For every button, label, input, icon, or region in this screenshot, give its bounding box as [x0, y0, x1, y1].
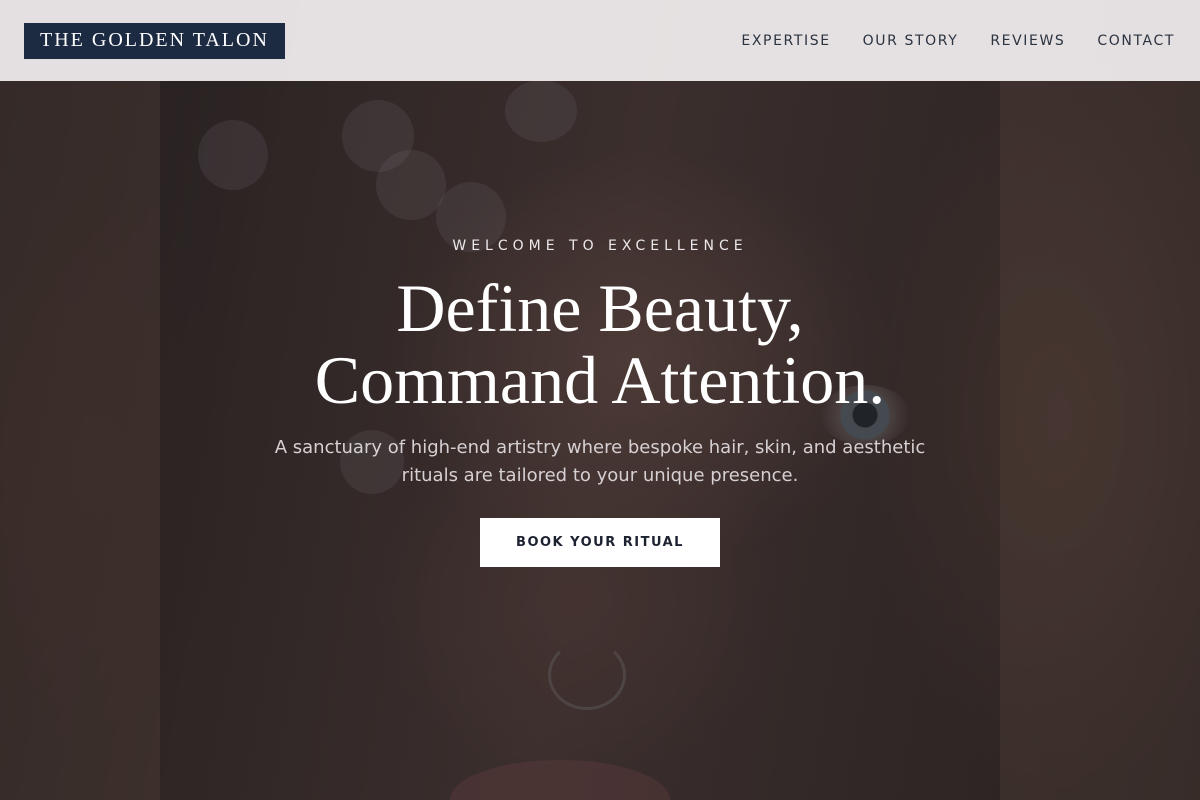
hero-eyebrow: WELCOME TO EXCELLENCE	[452, 238, 748, 254]
hero-section: WELCOME TO EXCELLENCE Define Beauty, Com…	[0, 238, 1200, 567]
hero-headline: Define Beauty, Command Attention.	[0, 272, 1200, 416]
hero-subtext: A sanctuary of high-end artistry where b…	[274, 437, 926, 486]
nav-link-reviews[interactable]: REVIEWS	[990, 33, 1065, 49]
nav-link-expertise[interactable]: EXPERTISE	[741, 33, 830, 49]
brand-logo[interactable]: THE GOLDEN TALON	[24, 22, 285, 59]
book-ritual-button[interactable]: BOOK YOUR RITUAL	[480, 518, 720, 567]
top-navigation-bar: THE GOLDEN TALON EXPERTISE OUR STORY REV…	[0, 0, 1200, 81]
headline-line-2: Command Attention.	[314, 342, 886, 418]
headline-line-1: Define Beauty,	[396, 270, 804, 346]
main-nav: EXPERTISE OUR STORY REVIEWS CONTACT	[741, 33, 1175, 49]
nav-link-our-story[interactable]: OUR STORY	[863, 33, 959, 49]
nav-link-contact[interactable]: CONTACT	[1097, 33, 1175, 49]
